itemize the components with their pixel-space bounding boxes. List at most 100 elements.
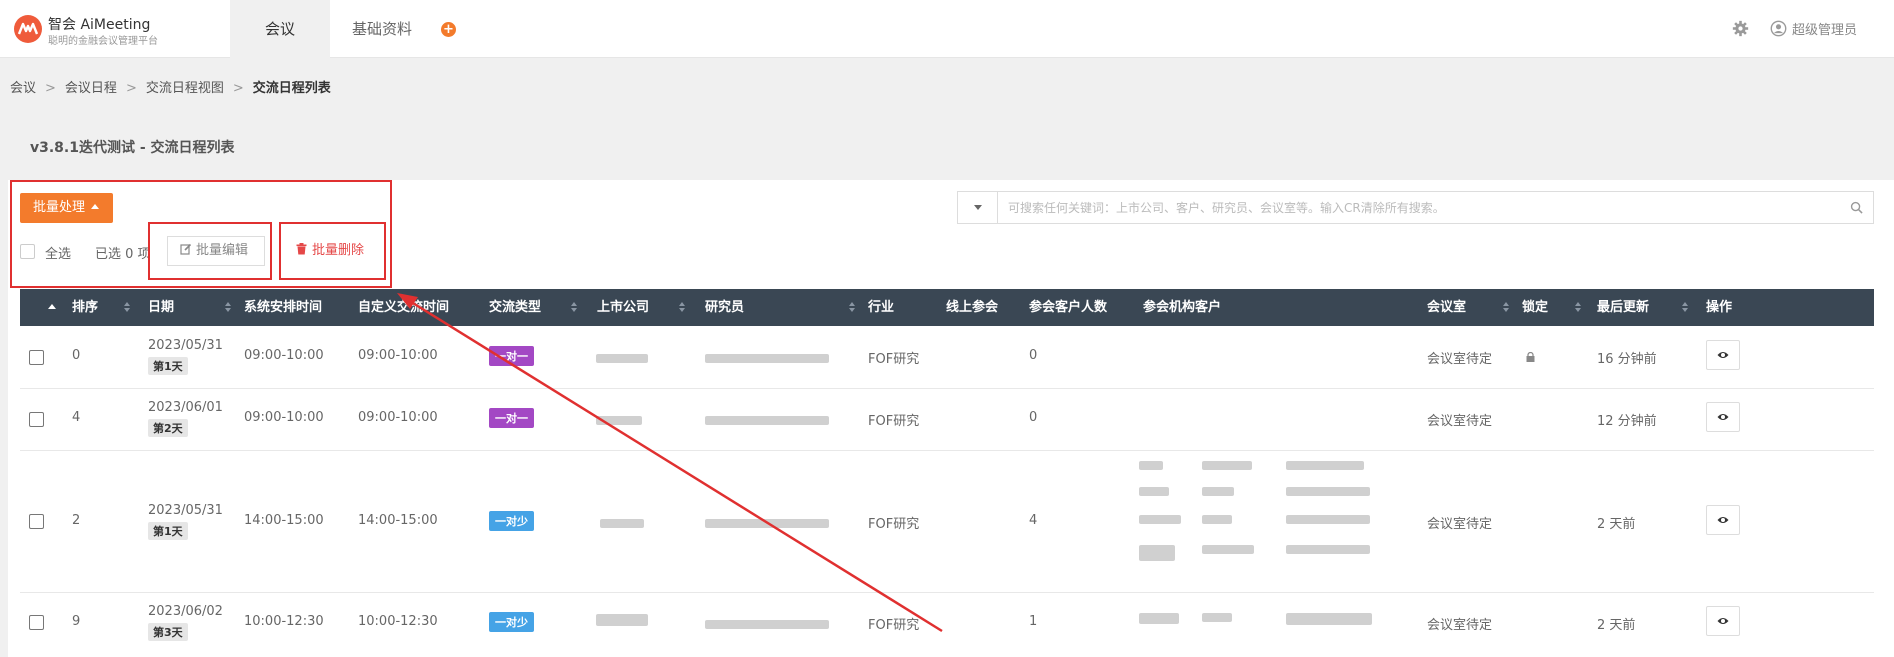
day-badge: 第3天: [148, 623, 188, 641]
view-button[interactable]: [1706, 340, 1740, 370]
day-badge: 第2天: [148, 419, 188, 437]
plus-circle-icon[interactable]: +: [441, 22, 456, 37]
lock-icon: [1526, 352, 1535, 362]
blurred-text: [1286, 545, 1370, 554]
view-button[interactable]: [1706, 505, 1740, 535]
header-last-updated[interactable]: 最后更新: [1597, 289, 1649, 326]
sort-icon[interactable]: [679, 302, 686, 313]
page-title: v3.8.1迭代测试 - 交流日程列表: [30, 140, 235, 156]
custom-time-cell: 09:00-10:00: [358, 348, 438, 363]
table-row[interactable]: 0 2023/05/31 第1天 09:00-10:00 09:00-10:00…: [20, 326, 1874, 389]
top-navbar: 智会 AiMeeting 聪明的金融会议管理平台 会议 基础资料 + 超级管理员: [0, 0, 1894, 58]
header-researcher[interactable]: 研究员: [705, 289, 744, 326]
sort-up-icon[interactable]: [48, 304, 56, 309]
type-badge: 一对少: [489, 612, 534, 632]
brand-tagline: 聪明的金融会议管理平台: [48, 36, 158, 47]
eye-icon: [1717, 352, 1729, 358]
row-checkbox[interactable]: [29, 514, 44, 529]
type-cell: 一对一: [489, 346, 534, 366]
breadcrumb-item-schedule-view[interactable]: 交流日程视图: [146, 81, 224, 96]
search-input[interactable]: [1006, 192, 1826, 223]
row-checkbox[interactable]: [29, 412, 44, 427]
view-button[interactable]: [1706, 402, 1740, 432]
sort-icon[interactable]: [1503, 302, 1510, 313]
last-updated-cell: 2 天前: [1597, 517, 1636, 532]
last-updated-cell: 16 分钟前: [1597, 352, 1657, 367]
industry-cell: FOF研究: [868, 352, 920, 367]
date-text: 2023/06/01: [148, 400, 223, 415]
type-badge: 一对一: [489, 346, 534, 366]
blurred-text: [1139, 515, 1181, 524]
header-institution-clients: 参会机构客户: [1143, 300, 1222, 315]
industry-cell: FOF研究: [868, 618, 920, 633]
blurred-text: [1202, 613, 1232, 622]
blurred-text: [1286, 487, 1370, 496]
sort-icon[interactable]: [571, 302, 578, 313]
last-updated-cell: 2 天前: [1597, 618, 1636, 633]
client-count-cell: 0: [1029, 348, 1038, 363]
table-row[interactable]: 9 2023/06/02 第3天 10:00-12:30 10:00-12:30…: [20, 593, 1874, 657]
header-type[interactable]: 交流类型: [489, 289, 541, 326]
institution-clients-blurred: [1139, 461, 1389, 581]
gear-icon[interactable]: [1732, 20, 1749, 37]
table-row[interactable]: 2 2023/05/31 第1天 14:00-15:00 14:00-15:00…: [20, 451, 1874, 593]
blurred-text: [1286, 515, 1370, 524]
header-order[interactable]: 排序: [72, 289, 98, 326]
breadcrumb-item-current: 交流日程列表: [252, 81, 331, 96]
company-cell-blurred: [596, 352, 648, 367]
row-checkbox[interactable]: [29, 350, 44, 365]
tab-basic-data[interactable]: 基础资料: [352, 0, 412, 58]
order-cell: 4: [72, 410, 81, 425]
breadcrumb-item-schedule[interactable]: 会议日程: [65, 81, 117, 96]
sort-icon[interactable]: [849, 302, 856, 313]
blurred-text: [1202, 487, 1234, 496]
blurred-text: [1202, 461, 1252, 470]
blurred-text: [600, 519, 644, 528]
breadcrumb-item-meeting[interactable]: 会议: [10, 81, 36, 96]
eye-icon: [1717, 517, 1729, 523]
row-checkbox[interactable]: [29, 615, 44, 630]
blurred-text: [1286, 613, 1372, 625]
chevron-right-icon: >: [45, 81, 56, 96]
company-cell-blurred: [600, 517, 644, 532]
annotation-box-batch-delete: [279, 222, 386, 280]
aimeeting-logo[interactable]: [14, 15, 42, 43]
user-circle-icon[interactable]: [1770, 20, 1787, 37]
blurred-text: [1286, 461, 1364, 470]
researcher-cell-blurred: [705, 352, 829, 367]
search-bar: [957, 191, 1874, 224]
brand-name: 智会 AiMeeting: [48, 17, 151, 33]
researcher-cell-blurred: [705, 618, 829, 633]
client-count-cell: 1: [1029, 614, 1038, 629]
date-cell: 2023/05/31 第1天: [148, 338, 223, 375]
date-text: 2023/06/02: [148, 604, 223, 619]
sort-icon[interactable]: [124, 302, 131, 313]
user-name[interactable]: 超级管理员: [1792, 19, 1857, 38]
client-count-cell: 0: [1029, 410, 1038, 425]
header-listed-company[interactable]: 上市公司: [597, 289, 649, 326]
blurred-text: [596, 416, 642, 425]
header-room[interactable]: 会议室: [1427, 289, 1466, 326]
custom-time-cell: 14:00-15:00: [358, 513, 438, 528]
type-badge: 一对一: [489, 408, 534, 428]
header-date[interactable]: 日期: [148, 289, 174, 326]
custom-time-cell: 09:00-10:00: [358, 410, 438, 425]
search-icon[interactable]: [1850, 201, 1863, 214]
header-lock[interactable]: 锁定: [1522, 289, 1548, 326]
search-filter-dropdown[interactable]: [958, 192, 998, 223]
day-badge: 第1天: [148, 357, 188, 375]
sort-icon[interactable]: [1682, 302, 1689, 313]
blurred-text: [1139, 545, 1175, 561]
type-cell: 一对少: [489, 511, 534, 531]
view-button[interactable]: [1706, 606, 1740, 636]
sort-icon[interactable]: [1575, 302, 1582, 313]
tab-meeting[interactable]: 会议: [230, 0, 330, 58]
institution-clients-blurred: [1139, 613, 1389, 633]
order-cell: 9: [72, 614, 81, 629]
sort-icon[interactable]: [225, 302, 232, 313]
header-actions: 操作: [1706, 300, 1733, 315]
table-row[interactable]: 4 2023/06/01 第2天 09:00-10:00 09:00-10:00…: [20, 389, 1874, 451]
custom-time-cell: 10:00-12:30: [358, 614, 438, 629]
order-cell: 2: [72, 513, 81, 528]
chevron-right-icon: >: [125, 81, 137, 96]
